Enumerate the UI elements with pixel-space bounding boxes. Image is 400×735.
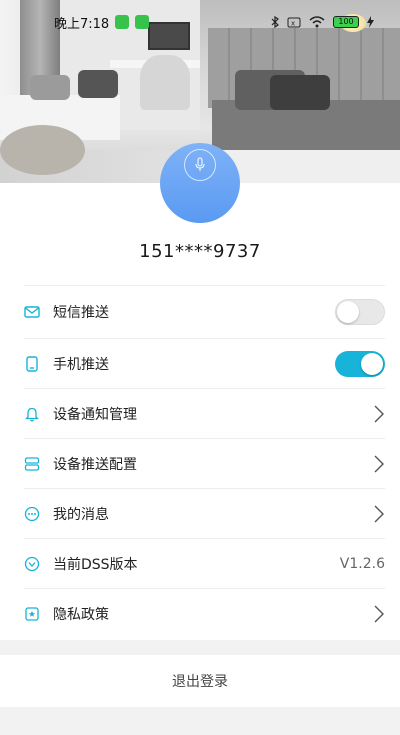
my-messages-row[interactable]: 我的消息 bbox=[24, 488, 385, 538]
status-bar: 晚上7:18 x 100 bbox=[0, 8, 400, 36]
settings-list: 短信推送 手机推送 设备通知管理 设备推送配置 我的消息 当前DSS版本 V1.… bbox=[24, 285, 385, 638]
device-notification-label: 设备通知管理 bbox=[53, 406, 137, 423]
device-notification-row[interactable]: 设备通知管理 bbox=[24, 388, 385, 438]
bluetooth-icon bbox=[271, 16, 279, 28]
dss-version-row: 当前DSS版本 V1.2.6 bbox=[24, 538, 385, 588]
sms-push-label: 短信推送 bbox=[53, 305, 109, 321]
status-time: 晚上7:18 bbox=[54, 16, 110, 32]
toggle-knob bbox=[337, 301, 359, 323]
logout-button[interactable]: 退出登录 bbox=[0, 655, 400, 707]
my-messages-label: 我的消息 bbox=[53, 506, 109, 523]
phone-push-label: 手机推送 bbox=[53, 356, 109, 373]
charging-icon bbox=[367, 16, 374, 28]
version-icon bbox=[24, 556, 40, 572]
chat-bubble-icon bbox=[24, 506, 40, 522]
chevron-right-icon bbox=[374, 455, 384, 472]
dss-version-value: V1.2.6 bbox=[339, 555, 385, 572]
privacy-policy-row[interactable]: 隐私政策 bbox=[24, 588, 385, 638]
bell-icon bbox=[24, 406, 40, 422]
chevron-right-icon bbox=[374, 505, 384, 522]
chevron-right-icon bbox=[374, 405, 384, 422]
battery-indicator: 100 bbox=[333, 16, 359, 28]
avatar[interactable] bbox=[160, 143, 240, 223]
phone-push-row: 手机推送 bbox=[24, 338, 385, 388]
svg-text:x: x bbox=[291, 19, 295, 27]
privacy-policy-label: 隐私政策 bbox=[53, 606, 109, 623]
message-icon bbox=[24, 304, 40, 320]
sim-icon: x bbox=[287, 17, 301, 27]
wifi-icon bbox=[309, 16, 325, 28]
profile-card: 151****9737 短信推送 手机推送 设备通知管理 设备推送配置 我的消息… bbox=[0, 183, 400, 640]
app-notification-icon bbox=[135, 15, 150, 29]
app-notification-icon bbox=[115, 15, 130, 29]
server-icon bbox=[24, 456, 40, 472]
microphone-icon bbox=[184, 149, 216, 181]
chevron-right-icon bbox=[374, 605, 384, 622]
sms-push-toggle[interactable] bbox=[335, 299, 385, 325]
toggle-knob bbox=[361, 352, 383, 375]
sms-push-row: 短信推送 bbox=[24, 285, 385, 338]
dss-version-label: 当前DSS版本 bbox=[53, 556, 138, 573]
device-push-config-row[interactable]: 设备推送配置 bbox=[24, 438, 385, 488]
phone-number: 151****9737 bbox=[139, 241, 261, 262]
device-push-config-label: 设备推送配置 bbox=[53, 456, 137, 473]
star-document-icon bbox=[24, 606, 40, 622]
phone-icon bbox=[24, 355, 40, 372]
phone-push-toggle[interactable] bbox=[335, 350, 385, 377]
